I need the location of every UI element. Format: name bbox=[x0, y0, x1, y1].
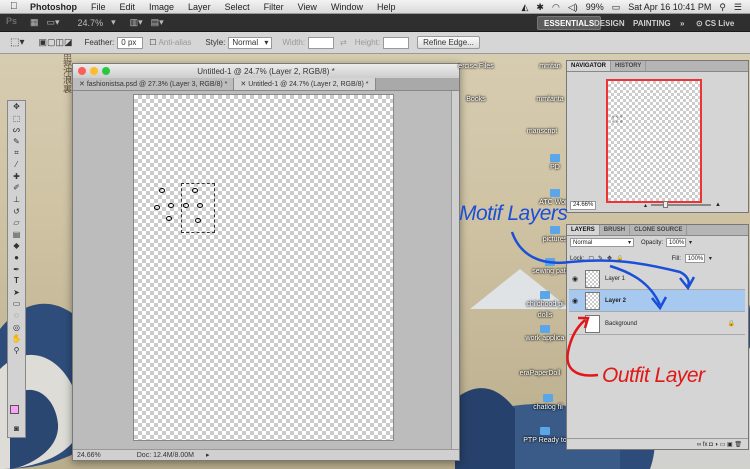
outfit-arrow bbox=[566, 319, 599, 377]
annotation-arrows bbox=[510, 231, 696, 377]
motif-layers-annotation: Motif Layers bbox=[459, 202, 568, 225]
motif-arrow-1 bbox=[510, 231, 690, 287]
outfit-layer-annotation: Outfit Layer bbox=[602, 364, 705, 387]
